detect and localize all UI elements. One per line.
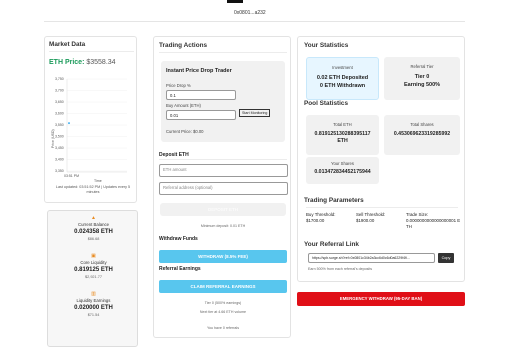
price-drop-input[interactable]: 0.1 bbox=[166, 90, 236, 100]
minimum-deposit-note: Minimum deposit: 0.01 ETH bbox=[200, 224, 246, 228]
referral-count: You have 0 referrals bbox=[206, 326, 240, 330]
total-eth-card: Total ETH 0.819125130288395117 ETH bbox=[306, 115, 379, 155]
y-tick-label: 3,450 bbox=[55, 146, 64, 150]
stat-icon: ▥ bbox=[91, 291, 96, 297]
trading-title: Trading Actions bbox=[159, 42, 208, 49]
stat-item: ▣ Core Liquidity 0.819125 ETH $2,921.77 bbox=[48, 253, 139, 279]
eth-amount-input[interactable]: ETH amount bbox=[159, 164, 288, 177]
claim-referral-earnings-button[interactable]: CLAIM REFERRAL EARNINGS bbox=[159, 280, 287, 293]
total-shares-card: Total Shares 0.453069623319285992 bbox=[384, 115, 460, 155]
referral-link-title: Your Referral Link bbox=[304, 241, 359, 248]
y-tick-label: 3,550 bbox=[55, 123, 64, 127]
y-tick-label: 3,400 bbox=[55, 158, 64, 162]
y-tick-label: 3,650 bbox=[55, 100, 64, 104]
wallet-address[interactable]: 0x0801...a232 bbox=[234, 10, 266, 16]
last-updated: Last updated: 03:51:52 PM | Updates ever… bbox=[55, 185, 131, 194]
trader-title: Instant Price Drop Trader bbox=[166, 68, 232, 74]
your-statistics-panel: Your Statistics Investment 0.02 ETH Depo… bbox=[297, 36, 465, 282]
investment-card: Investment 0.02 ETH Deposited 0 ETH With… bbox=[306, 57, 379, 100]
y-tick-label: 3,600 bbox=[55, 112, 64, 116]
deposit-title: Deposit ETH bbox=[159, 152, 189, 158]
next-tier-note: Next tier at 4.66 ETH volume bbox=[199, 310, 247, 314]
market-data-panel: Market Data ETH Price: $3558.34 3,750 3,7… bbox=[44, 36, 137, 203]
deposit-button[interactable]: DEPOSIT ETH bbox=[160, 203, 286, 216]
y-tick-label: 3,750 bbox=[55, 77, 64, 81]
emergency-withdraw-button[interactable]: EMERGENCY WITHDRAW (95-DAY BAN) bbox=[297, 292, 465, 306]
pool-title: Pool Statistics bbox=[304, 100, 349, 107]
tier-card: Referral Tier Tier 0 Earning 500% bbox=[384, 57, 460, 100]
balance-panel: ▲ Current Balance 0.024358 ETH $86.68 ▣ C… bbox=[47, 210, 138, 347]
eth-price: ETH Price: $3558.34 bbox=[49, 59, 116, 66]
copy-button[interactable]: Copy bbox=[438, 253, 454, 263]
y-tick-label: 3,700 bbox=[55, 89, 64, 93]
trading-actions-panel: Trading Actions Instant Price Drop Trade… bbox=[153, 36, 291, 338]
tier-note: Tier 0 (500% earnings) bbox=[204, 301, 242, 305]
stats-title: Your Statistics bbox=[304, 42, 349, 49]
x-tick-label: 03:51 PM bbox=[64, 174, 79, 178]
start-monitoring-button[interactable]: Start Monitoring bbox=[239, 109, 271, 117]
logo-mark bbox=[227, 0, 243, 3]
withdraw-button[interactable]: WITHDRAW (8.5% FEE) bbox=[159, 250, 287, 263]
current-price: Current Price: $0.00 bbox=[166, 129, 204, 134]
earnings-title: Referral Earnings bbox=[159, 266, 201, 272]
y-axis-label: Price (USD) bbox=[51, 129, 55, 148]
stat-item: ▥ Liquidity Earnings 0.020000 ETH $71.54 bbox=[48, 291, 139, 317]
buy-amount-input[interactable]: 0.01 bbox=[166, 110, 236, 120]
price-point bbox=[68, 122, 70, 125]
stat-icon: ▣ bbox=[91, 253, 96, 259]
referral-address-input[interactable]: Referral address (optional) bbox=[159, 182, 288, 195]
header-divider bbox=[44, 21, 465, 22]
stat-item: ▲ Current Balance 0.024358 ETH $86.68 bbox=[48, 215, 139, 241]
y-tick-label: 3,500 bbox=[55, 135, 64, 139]
top-bar: 0x0801...a232 bbox=[0, 0, 521, 22]
market-title: Market Data bbox=[49, 41, 86, 48]
withdraw-title: Withdraw Funds bbox=[159, 236, 198, 242]
referral-note: Earn 500% from each referral's deposits bbox=[308, 267, 373, 271]
referral-link-input[interactable]: https://spb.surge.sh?ref=0x0801c34b2a3cc… bbox=[308, 253, 435, 263]
stat-icon: ▲ bbox=[91, 215, 96, 221]
trading-parameters-title: Trading Parameters bbox=[304, 197, 364, 204]
price-chart: 3,750 3,700 3,650 3,600 3,550 3,500 3,450 3,400… bbox=[51, 77, 127, 183]
your-shares-card: Your Shares 0.013472834452175944 bbox=[306, 157, 379, 184]
x-axis-label: Time bbox=[94, 179, 102, 183]
price-drop-trader: Instant Price Drop Trader Price Drop % 0… bbox=[161, 61, 285, 142]
y-tick-label: 3,350 bbox=[55, 169, 64, 173]
